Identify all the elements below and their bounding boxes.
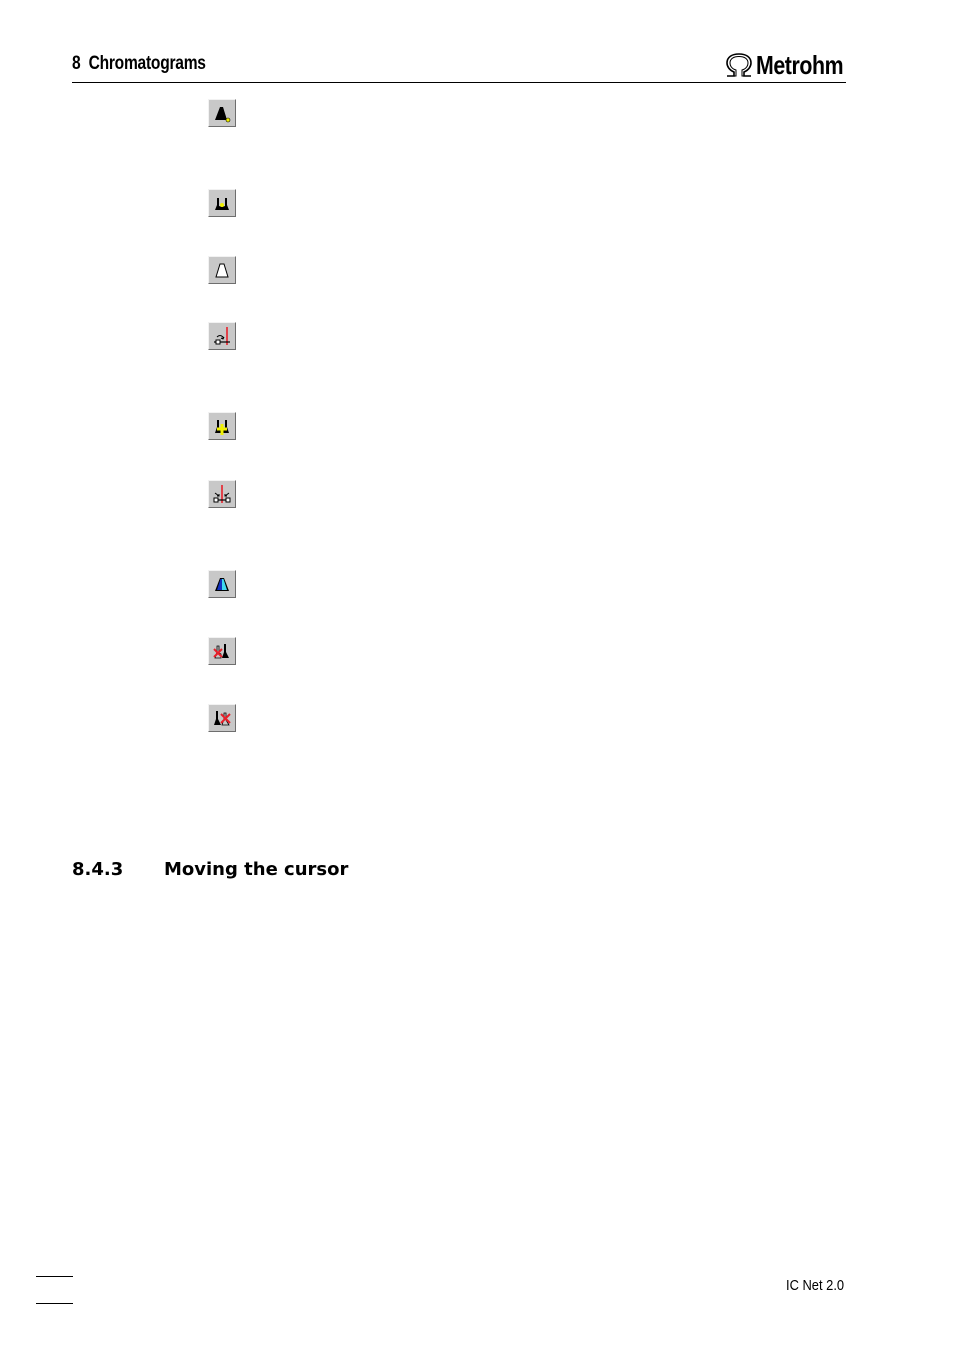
toolbar-button-peak-valley[interactable]	[208, 189, 236, 217]
toolbar-button-baseline-cursor[interactable]	[208, 322, 236, 350]
header-divider	[72, 82, 846, 83]
section-title: Moving the cursor	[164, 859, 349, 880]
section-number: 8.4.3	[72, 859, 124, 880]
delete-left-peak-icon	[213, 644, 229, 659]
toolbar-button-split-peak[interactable]	[208, 480, 236, 508]
omega-icon	[726, 53, 752, 77]
colored-peak-icon	[215, 578, 229, 591]
footer-rule-top	[36, 1276, 73, 1277]
toolbar-button-delete-left-peak[interactable]	[208, 637, 236, 665]
baseline-cursor-icon	[214, 327, 230, 345]
toolbar-button-peak-start[interactable]	[208, 99, 236, 127]
toolbar-button-delete-right-peak[interactable]	[208, 704, 236, 732]
metrohm-logo: Metrohm	[724, 50, 862, 80]
add-peak-icon	[215, 420, 229, 435]
toolbar-button-add-peak[interactable]	[208, 412, 236, 440]
split-peak-icon	[213, 485, 231, 503]
white-peak-icon	[215, 263, 229, 278]
footer-rule-bottom	[36, 1303, 73, 1304]
footer-product-name: IC Net 2.0	[786, 1277, 845, 1294]
toolbar-button-colored-peak[interactable]	[208, 570, 236, 598]
delete-right-peak-icon	[214, 711, 231, 726]
peak-start-marker-icon	[215, 107, 231, 123]
section-heading: 8.4.3 Moving the cursor	[72, 859, 348, 880]
peak-valley-marker-icon	[215, 198, 229, 210]
logo-text: Metrohm	[756, 49, 844, 80]
chapter-title: 8 Chromatograms	[72, 53, 206, 74]
toolbar-button-white-peak[interactable]	[208, 256, 236, 284]
